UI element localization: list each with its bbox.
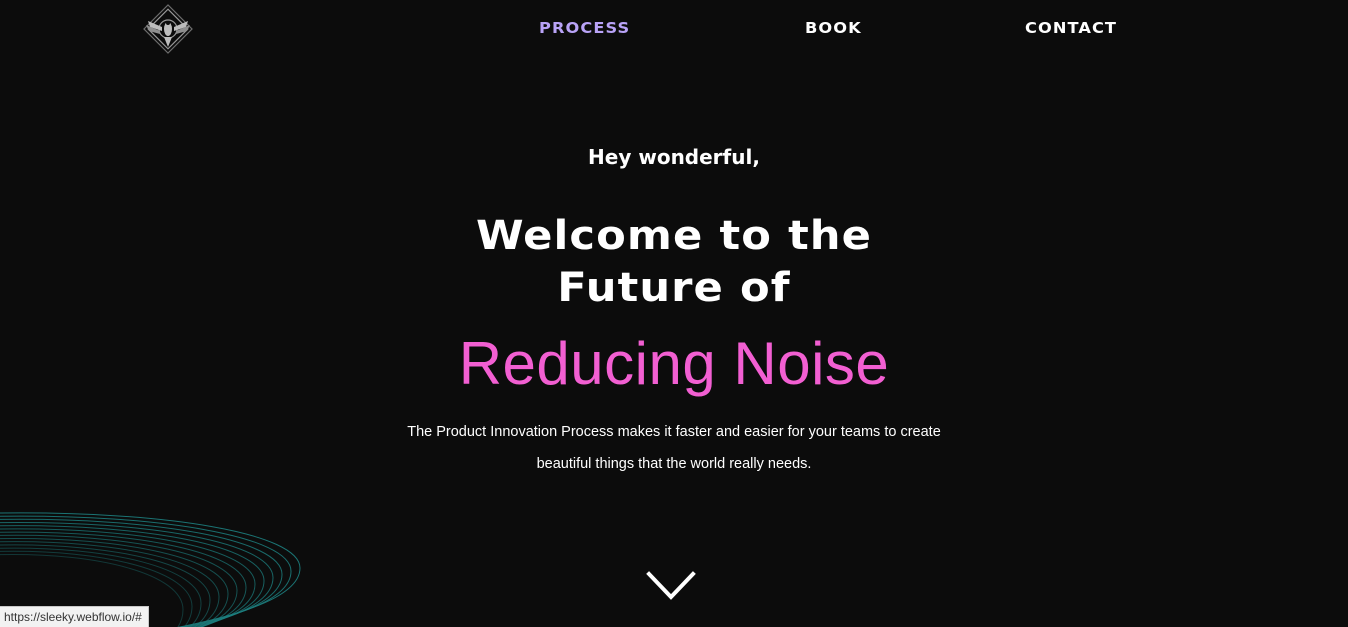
nav-link-process[interactable]: PROCESS: [539, 19, 630, 37]
hero-accent-text: Reducing Noise: [458, 330, 890, 397]
site-logo[interactable]: [140, 3, 196, 57]
chevron-down-icon[interactable]: [646, 570, 696, 604]
hero-description: The Product Innovation Process makes it …: [407, 424, 941, 472]
hero-greeting: Hey wonderful,: [588, 145, 760, 169]
nav-link-contact[interactable]: CONTACT: [1025, 19, 1117, 37]
nav-link-book[interactable]: BOOK: [805, 19, 862, 37]
hero-headline-line-1: Welcome to the: [475, 213, 873, 259]
browser-status-bar: https://sleeky.webflow.io/#: [0, 606, 149, 627]
ornate-eagle-emblem-icon: [143, 4, 193, 54]
hero-headline-line-2: Future of: [557, 265, 791, 311]
hero-headline: Welcome to the Future of: [0, 210, 1348, 314]
